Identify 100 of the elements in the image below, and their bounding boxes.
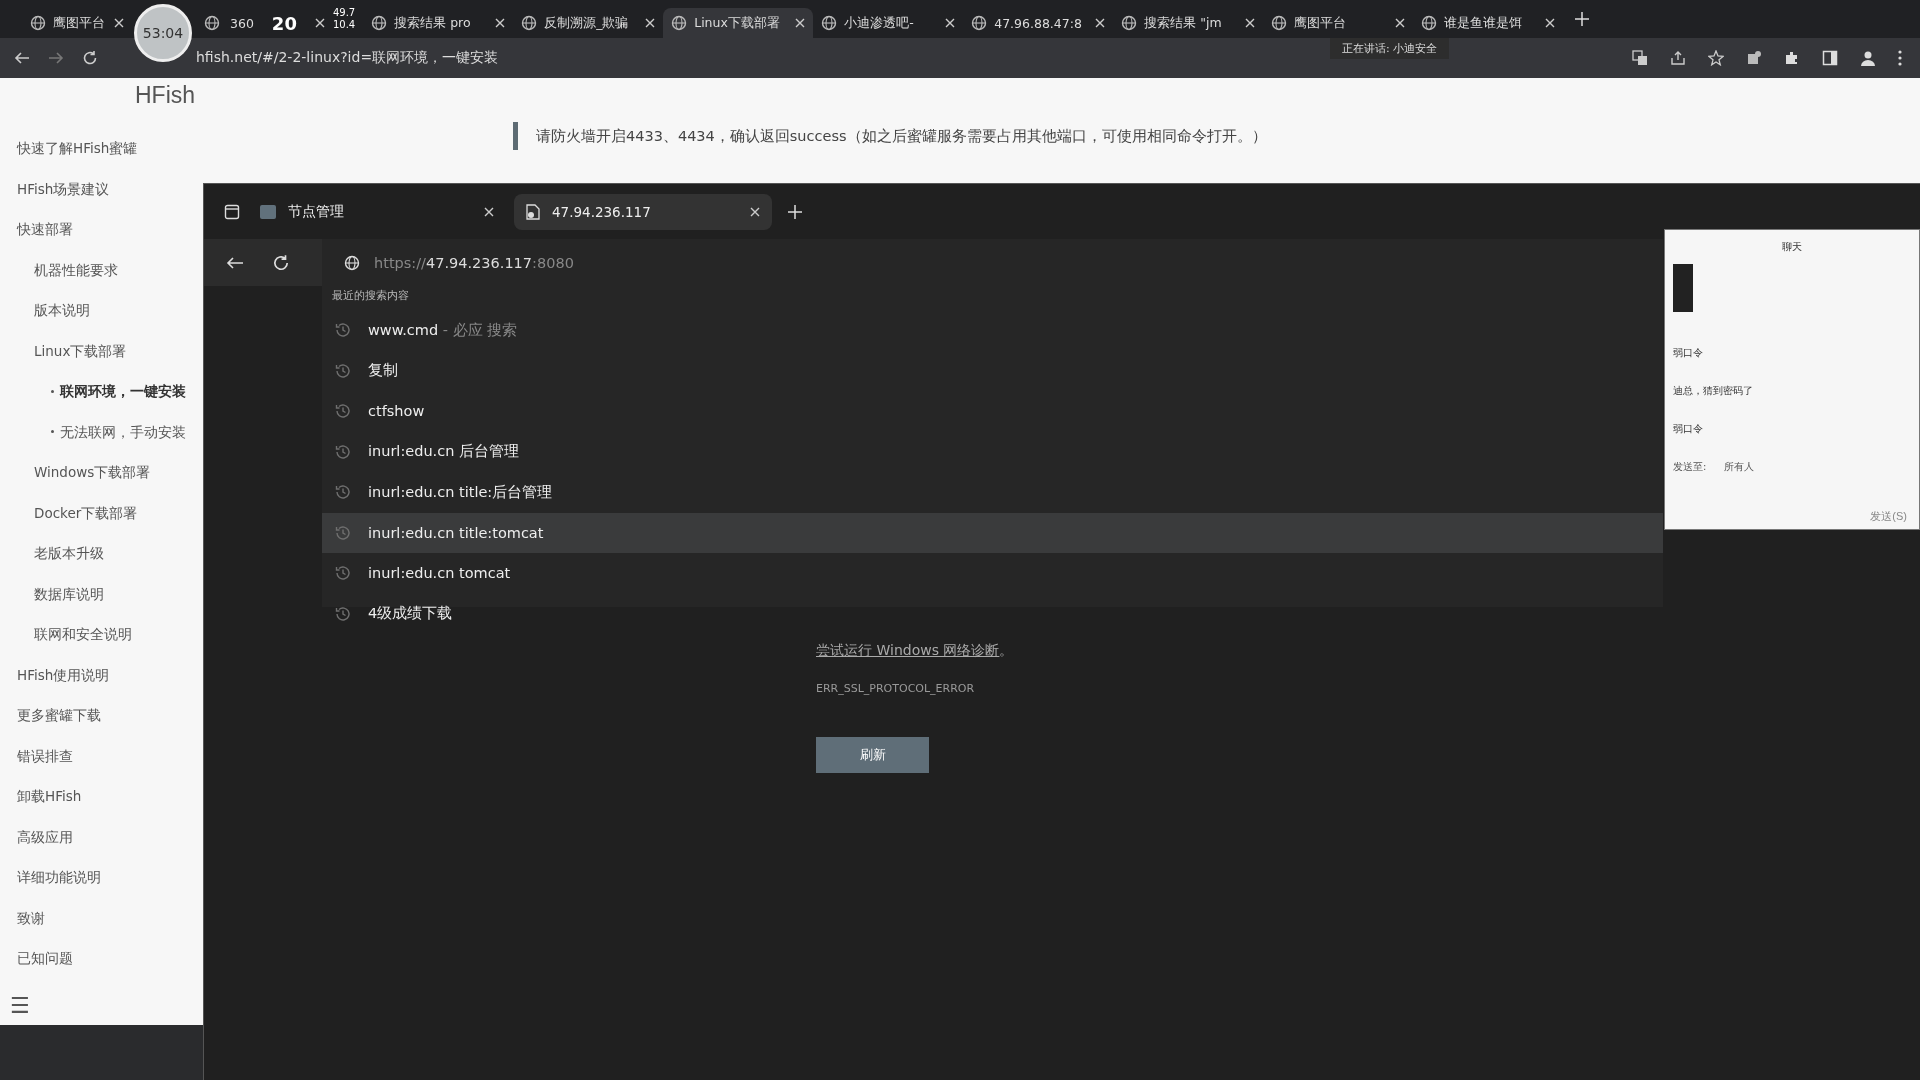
globe-icon	[204, 15, 220, 31]
diagnostics-text: 尝试运行 Windows 网络诊断。	[816, 642, 1014, 660]
sidebar-item[interactable]: HFish场景建议	[17, 168, 110, 209]
browser-tab[interactable]: 搜索结果 "jm	[1113, 8, 1264, 38]
upload-speed: 49.7	[332, 7, 356, 19]
browser-tab[interactable]: 鹰图平台	[22, 8, 132, 38]
sidebar-icon[interactable]	[1822, 50, 1838, 66]
sidebar-item[interactable]: 致谢	[17, 897, 45, 938]
close-icon[interactable]	[1545, 18, 1556, 28]
recipient-select[interactable]: 所有人	[1724, 460, 1755, 474]
sidebar-item[interactable]: 机器性能要求	[34, 249, 118, 290]
sidebar-item[interactable]: 老版本升级	[34, 533, 104, 574]
sidebar-item[interactable]: 详细功能说明	[17, 857, 101, 898]
profile-icon[interactable]	[1860, 50, 1876, 66]
globe-icon	[971, 15, 988, 31]
puzzle-icon[interactable]	[1784, 50, 1800, 66]
suggestion-item[interactable]: inurl:edu.cn title:tomcat	[322, 512, 1663, 553]
counter-text: 20	[271, 12, 297, 34]
tab-actions-icon[interactable]	[224, 203, 240, 220]
browser-tab[interactable]: 小迪渗透吧-	[813, 8, 964, 38]
reload-icon[interactable]	[82, 50, 98, 66]
diagnostics-link[interactable]: 尝试运行 Windows 网络诊断	[816, 642, 1000, 658]
browser-tab[interactable]: 反制溯源_欺骗	[513, 8, 664, 38]
close-icon[interactable]	[114, 18, 124, 28]
shared-document-thumbnail	[1673, 264, 1693, 312]
new-tab-icon[interactable]	[1575, 12, 1590, 26]
sidebar-item[interactable]: 版本说明	[34, 290, 90, 331]
sidebar-item[interactable]: 错误排查	[17, 735, 73, 776]
browser-tab[interactable]: 鹰图平台	[1263, 8, 1414, 38]
suggestion-item[interactable]: 4级成绩下载	[322, 593, 1663, 634]
close-icon[interactable]	[1095, 18, 1106, 28]
sidebar-item[interactable]: 无法联网，手动安装	[60, 411, 186, 452]
sidebar-item[interactable]: 高级应用	[17, 816, 73, 857]
browser-tab[interactable]: 节点管理	[248, 193, 506, 230]
translate-icon[interactable]	[1632, 50, 1648, 66]
sidebar-item[interactable]: 更多蜜罐下载	[17, 695, 101, 736]
sidebar-item[interactable]: HFish使用说明	[17, 654, 110, 695]
suggestion-item[interactable]: ctfshow	[322, 391, 1663, 432]
sidebar-item[interactable]: 已知问题	[17, 938, 73, 979]
refresh-button[interactable]: 刷新	[816, 737, 929, 773]
globe-icon	[821, 15, 838, 31]
chat-message: 弱口令	[1673, 422, 1703, 436]
send-button[interactable]: 发送(S)	[1864, 508, 1913, 525]
sidebar-item[interactable]: 联网环境，一键安装	[60, 371, 186, 412]
suggestion-item[interactable]: inurl:edu.cn title:后台管理	[322, 472, 1663, 513]
sidebar-item[interactable]: 快速部署	[17, 209, 73, 250]
suggestion-item[interactable]: inurl:edu.cn 后台管理	[322, 431, 1663, 472]
browser-tab[interactable]: 360 20	[196, 8, 333, 38]
back-icon[interactable]	[226, 254, 244, 271]
browser-tab[interactable]: Linux下载部署	[663, 8, 814, 38]
globe-icon	[344, 254, 360, 271]
address-field[interactable]: hfish.net/#/2-2-linux?id=联网环境，一键安装	[196, 49, 499, 67]
close-icon[interactable]	[750, 206, 760, 217]
history-icon	[334, 604, 352, 623]
browser-tab[interactable]: 搜索结果 pro	[363, 8, 514, 38]
new-tab-icon[interactable]	[788, 204, 802, 219]
reload-icon[interactable]	[272, 253, 290, 272]
close-icon[interactable]	[495, 18, 506, 28]
back-icon[interactable]	[14, 50, 30, 66]
sidebar-item[interactable]: 卸载HFish	[17, 776, 82, 817]
browser-tab[interactable]: 47.96.88.47:8	[963, 8, 1114, 38]
suggestion-text: www.cmd - 必应 搜索	[368, 320, 518, 340]
more-icon[interactable]	[1898, 50, 1902, 66]
globe-icon	[521, 15, 538, 31]
suggestion-item[interactable]: inurl:edu.cn tomcat	[322, 553, 1663, 594]
globe-icon	[1121, 15, 1138, 31]
close-icon[interactable]	[945, 18, 956, 28]
sidebar-item[interactable]: Linux下载部署	[34, 330, 127, 371]
bullet-icon	[51, 389, 54, 393]
extension-icon[interactable]	[1746, 50, 1762, 66]
speaking-indicator: 正在讲话: 小迪安全	[1330, 38, 1450, 59]
page-icon	[260, 204, 276, 219]
suggestion-item[interactable]: www.cmd - 必应 搜索	[322, 310, 1663, 351]
forward-icon[interactable]	[48, 50, 64, 66]
file-error-icon	[526, 203, 540, 220]
sidebar-item[interactable]: Docker下载部署	[34, 492, 138, 533]
sidebar-item[interactable]: 快速了解HFish蜜罐	[17, 128, 138, 169]
browser-tab[interactable]: 47.94.236.117	[514, 193, 772, 230]
suggestion-text: ctfshow	[368, 403, 425, 420]
close-icon[interactable]	[795, 18, 806, 28]
close-icon[interactable]	[314, 18, 325, 28]
suggestion-item[interactable]: 复制	[322, 350, 1663, 391]
close-icon[interactable]	[1395, 18, 1406, 28]
browser-tab[interactable]: 谁是鱼谁是饵	[1413, 8, 1564, 38]
close-icon[interactable]	[1245, 18, 1256, 28]
download-speed: 10.4	[332, 19, 356, 31]
chat-title: 聊天	[1782, 240, 1802, 254]
address-field[interactable]: https://47.94.236.117:8080	[374, 254, 574, 271]
globe-icon	[371, 15, 388, 31]
history-icon	[334, 442, 352, 461]
sidebar-item[interactable]: Windows下载部署	[34, 452, 151, 493]
history-icon	[334, 321, 352, 340]
history-icon	[334, 361, 352, 380]
close-icon[interactable]	[484, 206, 494, 217]
close-icon[interactable]	[645, 18, 656, 28]
sidebar-item[interactable]: 联网和安全说明	[34, 614, 132, 655]
chat-message: 迪总，猜到密码了	[1673, 384, 1753, 398]
star-icon[interactable]	[1708, 50, 1724, 66]
share-icon[interactable]	[1670, 50, 1686, 66]
sidebar-item[interactable]: 数据库说明	[34, 573, 104, 614]
